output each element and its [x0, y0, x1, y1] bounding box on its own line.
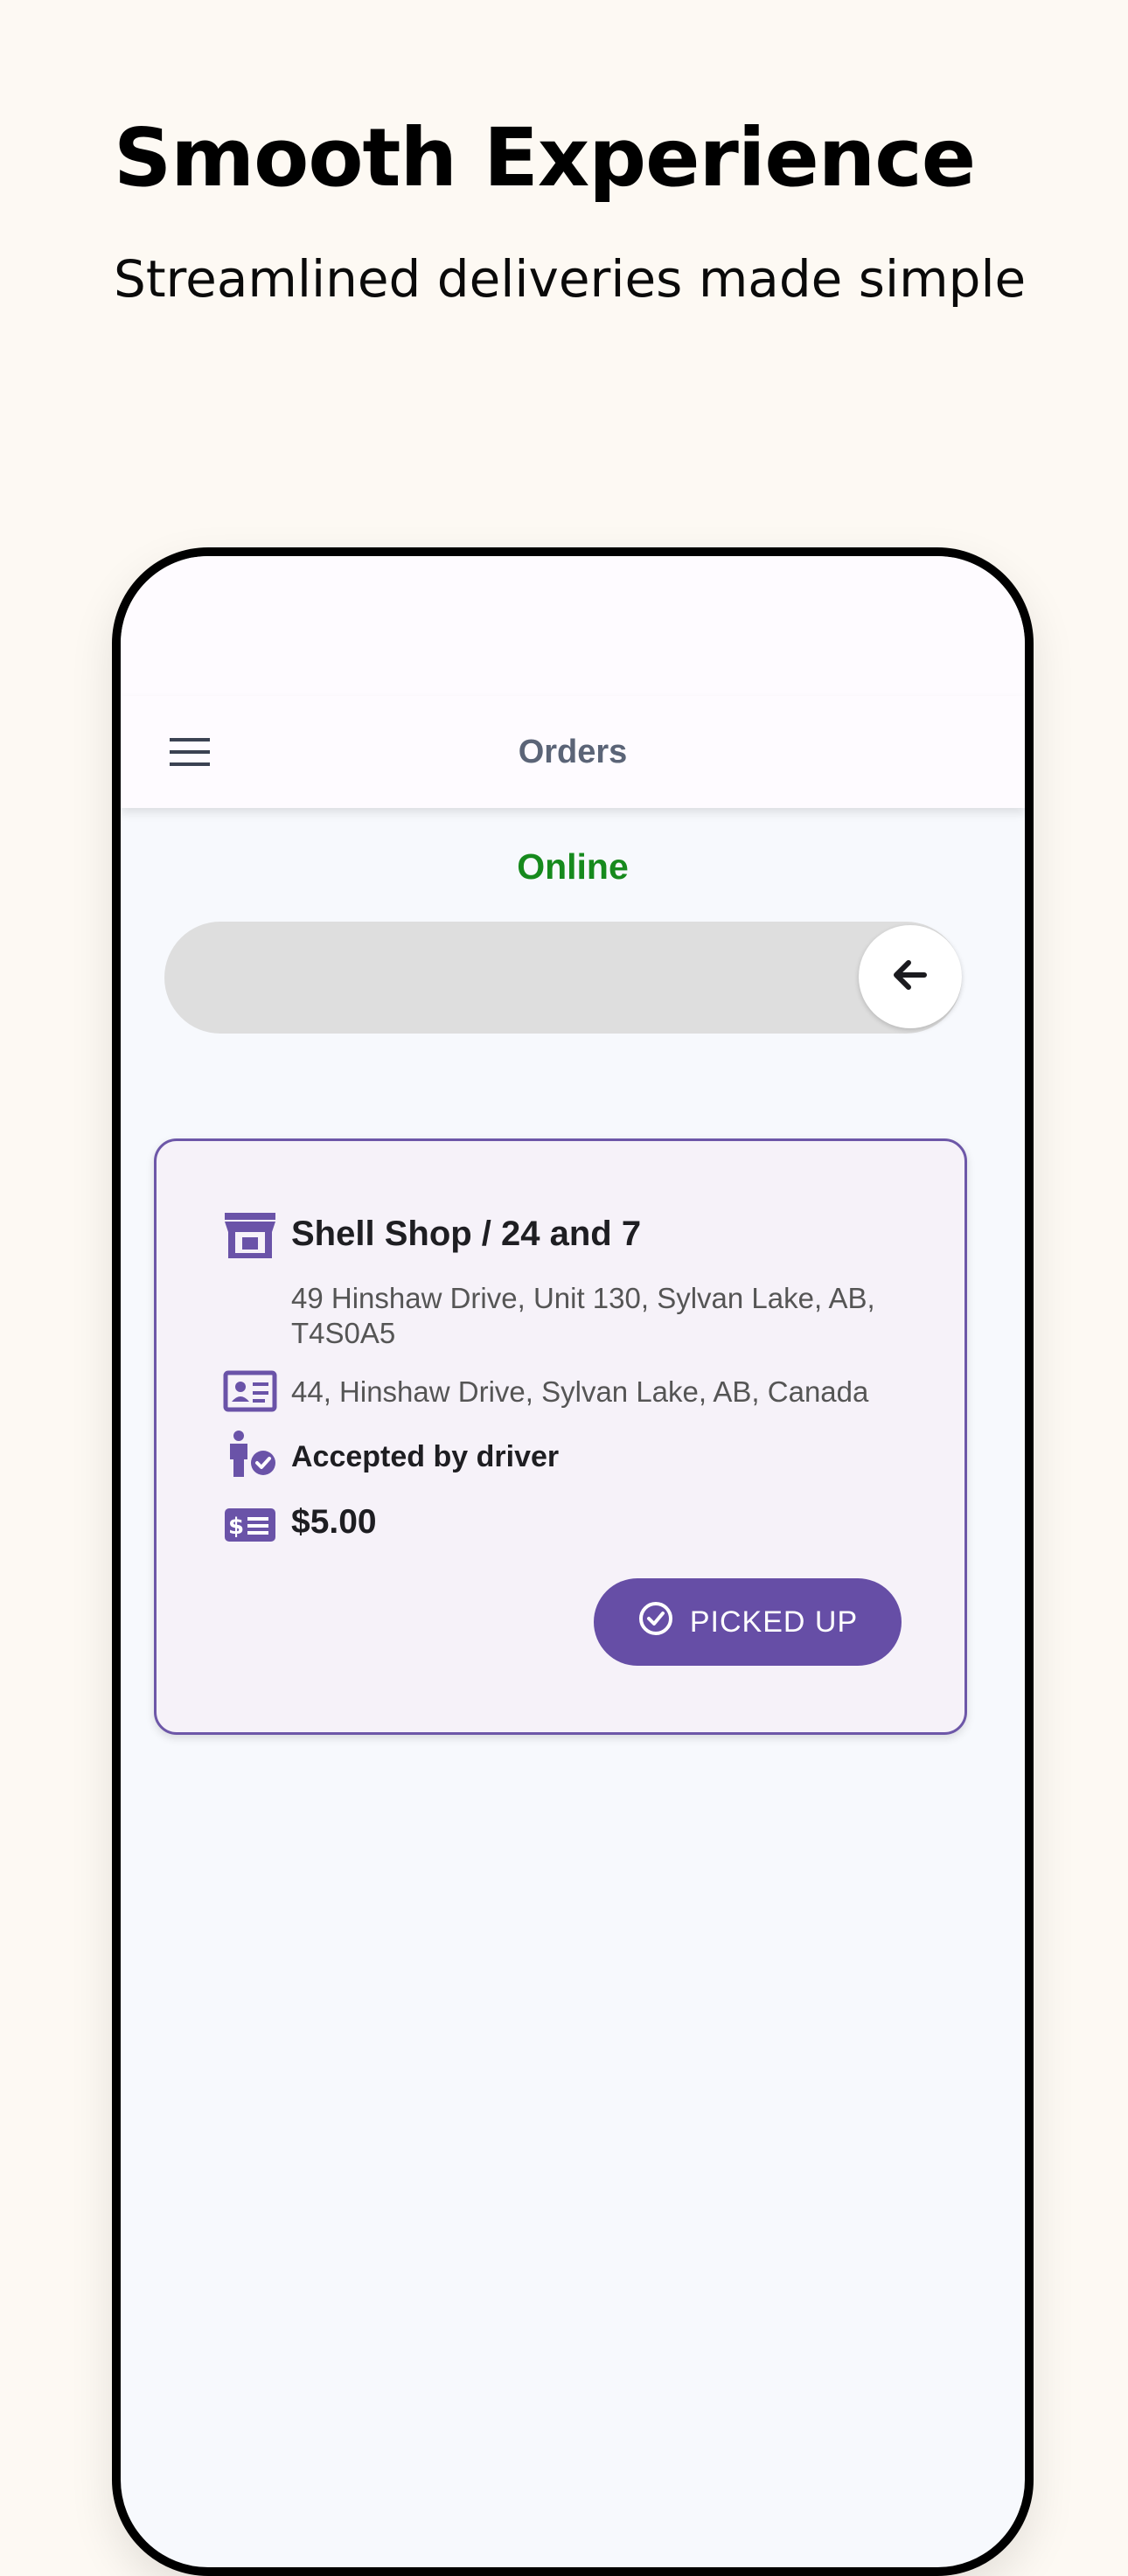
contact-card-icon — [223, 1370, 277, 1417]
phone-frame: Orders Online Shell Shop / 24 and 7 49 H… — [112, 547, 1034, 2576]
arrow-left-icon — [886, 950, 935, 1004]
picked-up-label: PICKED UP — [689, 1605, 859, 1639]
online-toggle-slider[interactable] — [164, 922, 962, 1034]
shop-name: Shell Shop / 24 and 7 — [291, 1215, 642, 1253]
storefront-icon — [223, 1211, 277, 1264]
shop-address: 49 Hinshaw Drive, Unit 130, Sylvan Lake,… — [291, 1282, 875, 1350]
order-price: $5.00 — [291, 1503, 377, 1541]
order-status: Accepted by driver — [291, 1440, 560, 1473]
app-bar: Orders — [121, 696, 1025, 808]
svg-text:$: $ — [228, 1514, 244, 1540]
order-card[interactable]: Shell Shop / 24 and 7 49 Hinshaw Drive, … — [154, 1138, 967, 1735]
check-circle-icon — [637, 1600, 674, 1645]
destination-address: 44, Hinshaw Drive, Sylvan Lake, AB, Cana… — [291, 1375, 869, 1408]
status-bar — [121, 556, 1025, 696]
picked-up-button[interactable]: PICKED UP — [594, 1578, 902, 1666]
page-title: Orders — [518, 734, 628, 770]
money-bill-icon: $ — [223, 1507, 277, 1548]
person-check-icon — [223, 1430, 277, 1483]
online-status-label: Online — [517, 846, 629, 887]
promo-headline: Smooth Experience — [114, 111, 976, 205]
slider-handle[interactable] — [859, 925, 962, 1028]
promo-subhead: Streamlined deliveries made simple — [114, 249, 1027, 309]
